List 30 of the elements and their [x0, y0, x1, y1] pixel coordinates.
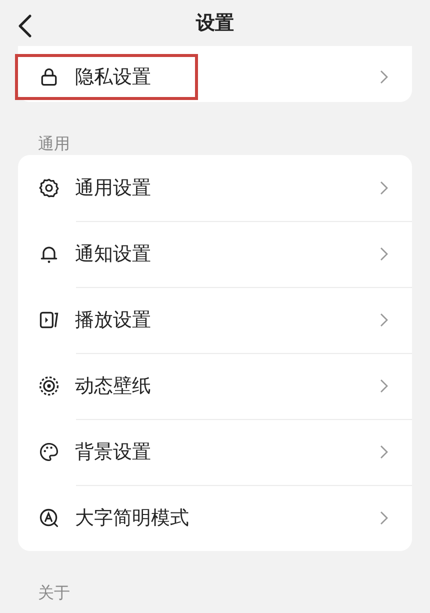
- item-label: 大字简明模式: [75, 506, 189, 531]
- chevron-icon: [380, 313, 388, 327]
- settings-item[interactable]: 背景设置: [18, 419, 412, 485]
- palette-icon: [38, 441, 60, 463]
- item-label: 背景设置: [75, 440, 151, 465]
- item-label: 播放设置: [75, 308, 151, 333]
- chevron-icon: [380, 70, 388, 84]
- section-title: 通用: [37, 133, 71, 155]
- chevron-icon: [380, 247, 388, 261]
- chevron-icon: [380, 445, 388, 459]
- item-label: 通知设置: [75, 242, 151, 267]
- gear-icon: [38, 177, 60, 199]
- settings-item[interactable]: 大字简明模式: [18, 485, 412, 551]
- settings-item[interactable]: 通用设置: [18, 155, 412, 221]
- settings-item[interactable]: 隐私设置: [18, 52, 412, 102]
- settings-item[interactable]: 动态壁纸: [18, 353, 412, 419]
- settings-item[interactable]: 通知设置: [18, 221, 412, 287]
- settings-item[interactable]: 播放设置: [18, 287, 412, 353]
- play-frame-icon: [38, 309, 60, 331]
- back-icon[interactable]: [18, 14, 32, 38]
- item-label: 隐私设置: [75, 65, 151, 90]
- page-title: 设置: [196, 11, 234, 36]
- chevron-icon: [380, 379, 388, 393]
- target-icon: [38, 375, 60, 397]
- section-title: 关于: [37, 582, 71, 604]
- chevron-icon: [380, 511, 388, 525]
- item-label: 动态壁纸: [75, 374, 151, 399]
- item-label: 通用设置: [75, 176, 151, 201]
- font-icon: [38, 507, 60, 529]
- chevron-icon: [380, 181, 388, 195]
